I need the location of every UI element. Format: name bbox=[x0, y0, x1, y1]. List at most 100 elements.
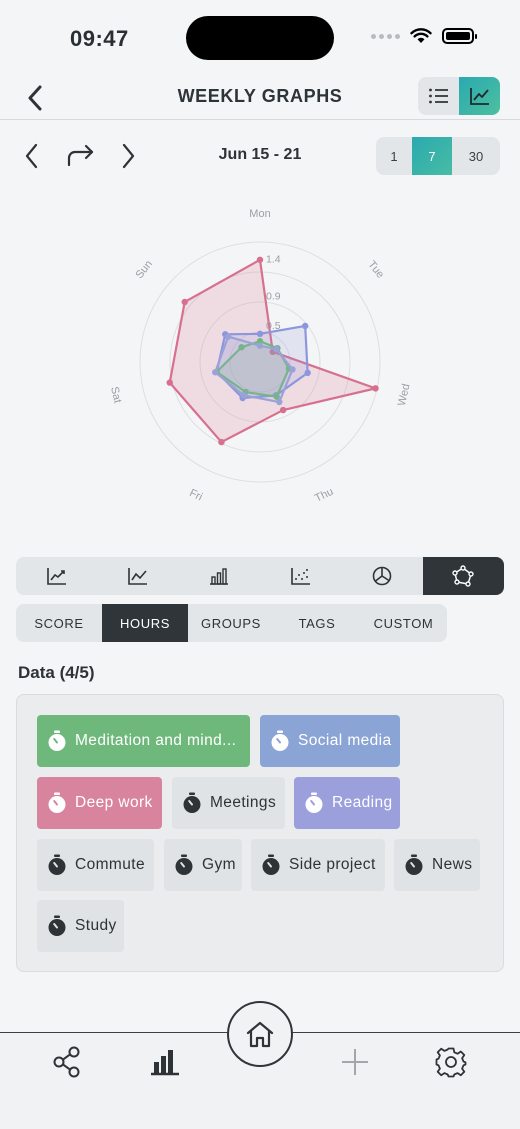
radar-data-point bbox=[256, 256, 264, 263]
data-section-title: Data (4/5) bbox=[18, 663, 95, 682]
activity-chip[interactable]: Deep work bbox=[37, 777, 162, 829]
stopwatch-icon bbox=[262, 854, 280, 875]
line-chart-icon bbox=[469, 88, 489, 105]
period-option[interactable]: 1 bbox=[376, 137, 412, 175]
period-selector: 1 7 30 bbox=[376, 137, 500, 175]
home-button[interactable] bbox=[227, 1001, 293, 1067]
tab-hours[interactable]: HOURS bbox=[102, 604, 188, 642]
date-range-label: Jun 15 - 21 bbox=[218, 146, 302, 163]
radar-axis-label: Fri bbox=[187, 487, 204, 503]
metric-tabs: SCORE HOURS GROUPS TAGS CUSTOM bbox=[16, 604, 447, 642]
chevron-left-icon bbox=[25, 143, 38, 169]
radar-data-point bbox=[240, 392, 248, 399]
chip-label: News bbox=[432, 856, 473, 873]
activity-chip[interactable]: Gym bbox=[164, 839, 242, 891]
list-view-button[interactable] bbox=[418, 77, 459, 115]
radar-axis-label: Tue bbox=[365, 259, 386, 281]
stopwatch-icon bbox=[48, 915, 66, 936]
chart-type-selector bbox=[16, 557, 504, 595]
stopwatch-icon bbox=[48, 792, 66, 813]
radar-axis-label: Sat bbox=[108, 386, 123, 405]
radar-tick-label: 0.9 bbox=[266, 290, 281, 302]
tab-score[interactable]: SCORE bbox=[16, 604, 102, 642]
radar-data-point bbox=[256, 330, 264, 338]
share-tab[interactable] bbox=[47, 1045, 87, 1079]
stopwatch-icon bbox=[183, 792, 201, 813]
radar-data-point bbox=[301, 322, 309, 330]
chip-label: Side project bbox=[289, 856, 376, 873]
add-tab[interactable] bbox=[335, 1045, 375, 1079]
radar-data-point bbox=[304, 369, 311, 377]
dynamic-island bbox=[186, 16, 334, 60]
activity-chip[interactable]: Study bbox=[37, 900, 124, 952]
activity-chip[interactable]: Meetings bbox=[172, 777, 285, 829]
radar-tick-labels: 1.4 0.9 0.5 bbox=[266, 253, 281, 332]
bar-chart-button[interactable] bbox=[179, 557, 260, 595]
stats-tab[interactable] bbox=[145, 1045, 185, 1079]
radar-data-point bbox=[289, 366, 296, 373]
scatter-chart-button[interactable] bbox=[260, 557, 341, 595]
stopwatch-icon bbox=[271, 730, 289, 751]
view-toggle bbox=[418, 77, 500, 115]
activity-chip[interactable]: News bbox=[394, 839, 480, 891]
chip-label: Study bbox=[75, 917, 117, 934]
line-chart-icon bbox=[128, 568, 147, 585]
chip-label: Reading bbox=[332, 794, 393, 811]
activity-chip[interactable]: Commute bbox=[37, 839, 154, 891]
battery-icon bbox=[442, 28, 477, 44]
radar-data-point bbox=[212, 369, 219, 376]
chip-label: Gym bbox=[202, 856, 236, 873]
previous-week-button[interactable] bbox=[16, 140, 48, 172]
radar-axis-label: Wed bbox=[396, 383, 413, 408]
chip-label: Commute bbox=[75, 856, 145, 873]
radar-tick-label: 0.5 bbox=[266, 320, 281, 332]
tab-tags[interactable]: TAGS bbox=[274, 604, 360, 642]
chip-label: Meetings bbox=[210, 794, 277, 811]
date-navigation: Jun 15 - 21 1 7 30 bbox=[0, 136, 520, 176]
stopwatch-icon bbox=[48, 854, 66, 875]
pie-chart-button[interactable] bbox=[341, 557, 422, 595]
activity-chip[interactable]: Social media bbox=[260, 715, 400, 767]
reset-to-today-button[interactable] bbox=[62, 140, 100, 172]
radar-data-point bbox=[372, 385, 379, 392]
pie-chart-icon bbox=[372, 566, 392, 586]
radar-series bbox=[166, 256, 379, 446]
radar-tick-label: 1.4 bbox=[266, 253, 281, 265]
period-option[interactable]: 30 bbox=[452, 137, 500, 175]
radar-data-point bbox=[273, 345, 280, 353]
tab-custom[interactable]: CUSTOM bbox=[360, 604, 447, 642]
status-indicators bbox=[371, 28, 477, 44]
activity-chip[interactable]: Side project bbox=[251, 839, 385, 891]
radar-data-point bbox=[224, 333, 232, 340]
app-header: WEEKLY GRAPHS bbox=[0, 76, 520, 120]
wifi-icon bbox=[410, 28, 432, 43]
next-week-button[interactable] bbox=[112, 140, 144, 172]
area-chart-button[interactable] bbox=[16, 557, 97, 595]
share-icon bbox=[53, 1046, 80, 1078]
radar-axis-label: Sun bbox=[133, 258, 155, 281]
radar-data-point bbox=[276, 398, 283, 406]
radar-chart-button[interactable] bbox=[422, 557, 504, 595]
tab-groups[interactable]: GROUPS bbox=[188, 604, 274, 642]
radar-chart-icon bbox=[452, 565, 474, 587]
line-chart-button[interactable] bbox=[97, 557, 178, 595]
stopwatch-icon bbox=[405, 854, 423, 875]
radar-data-point bbox=[218, 438, 225, 446]
period-option[interactable]: 7 bbox=[412, 137, 452, 175]
activity-chip[interactable]: Meditation and mind... bbox=[37, 715, 250, 767]
area-chart-icon bbox=[46, 568, 66, 585]
radar-axis-label: Thu bbox=[313, 486, 335, 505]
graph-view-button[interactable] bbox=[459, 77, 500, 115]
radar-data-point bbox=[279, 406, 287, 414]
chevron-right-icon bbox=[122, 143, 135, 169]
activity-chip[interactable]: Reading bbox=[294, 777, 400, 829]
chip-label: Deep work bbox=[75, 794, 153, 811]
radar-data-point bbox=[256, 342, 264, 349]
settings-tab[interactable] bbox=[431, 1045, 471, 1079]
redo-arrow-icon bbox=[67, 144, 94, 167]
radar-data-point bbox=[166, 379, 173, 386]
chip-label: Meditation and mind... bbox=[75, 732, 237, 749]
bar-chart-icon bbox=[210, 568, 229, 585]
plus-icon bbox=[342, 1049, 368, 1075]
cellular-signal-icon bbox=[371, 33, 400, 39]
